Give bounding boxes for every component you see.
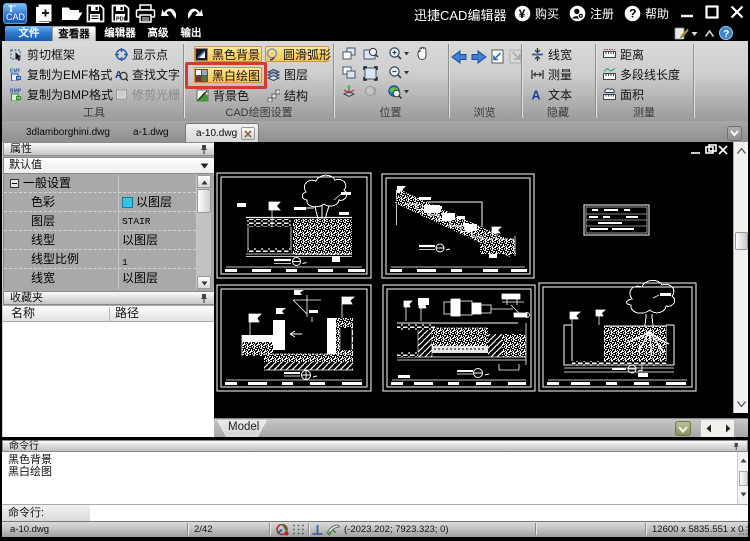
svg-text:¥: ¥ [519, 7, 526, 21]
svg-text:?: ? [629, 7, 636, 21]
svg-text:CAD: CAD [6, 12, 26, 22]
svg-text:?: ? [723, 29, 729, 40]
svg-text:A: A [532, 89, 541, 102]
svg-text:PDF: PDF [116, 17, 128, 23]
